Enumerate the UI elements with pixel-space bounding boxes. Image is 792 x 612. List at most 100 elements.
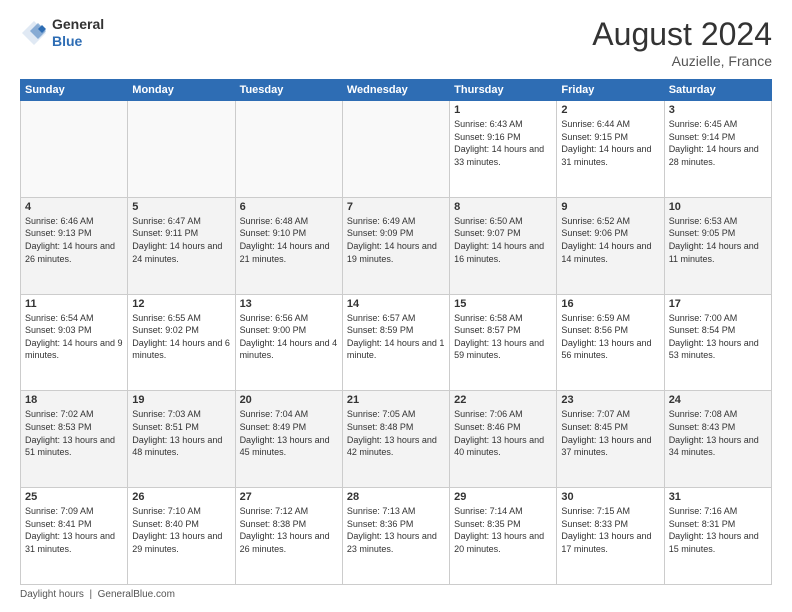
day-number-20: 20 — [240, 394, 338, 406]
day-info-21: Sunrise: 7:05 AM Sunset: 8:48 PM Dayligh… — [347, 408, 445, 458]
day-info-18: Sunrise: 7:02 AM Sunset: 8:53 PM Dayligh… — [25, 408, 123, 458]
day-cell-14: 14 Sunrise: 6:57 AM Sunset: 8:59 PM Dayli… — [342, 294, 449, 391]
day-number-11: 11 — [25, 298, 123, 310]
day-cell-3: 3 Sunrise: 6:45 AM Sunset: 9:14 PM Daylig… — [664, 101, 771, 198]
footer-source: GeneralBlue.com — [98, 589, 175, 600]
logo-blue-text: Blue — [52, 33, 82, 49]
day-info-7: Sunrise: 6:49 AM Sunset: 9:09 PM Dayligh… — [347, 215, 445, 265]
day-info-28: Sunrise: 7:13 AM Sunset: 8:36 PM Dayligh… — [347, 505, 445, 555]
empty-cell — [128, 101, 235, 198]
day-number-17: 17 — [669, 298, 767, 310]
day-number-24: 24 — [669, 394, 767, 406]
day-number-2: 2 — [561, 104, 659, 116]
day-number-4: 4 — [25, 201, 123, 213]
day-number-30: 30 — [561, 491, 659, 503]
day-cell-7: 7 Sunrise: 6:49 AM Sunset: 9:09 PM Daylig… — [342, 197, 449, 294]
day-cell-16: 16Sunrise: 6:59 AM Sunset: 8:56 PM Dayli… — [557, 294, 664, 391]
day-cell-12: 12Sunrise: 6:55 AM Sunset: 9:02 PM Dayli… — [128, 294, 235, 391]
day-number-5: 5 — [132, 201, 230, 213]
day-number-31: 31 — [669, 491, 767, 503]
day-number-9: 9 — [561, 201, 659, 213]
week-row-2: 4 Sunrise: 6:46 AM Sunset: 9:13 PM Daylig… — [21, 197, 772, 294]
logo-general-text: General — [52, 16, 104, 32]
day-cell-27: 27 Sunrise: 7:12 AM Sunset: 8:38 PM Dayli… — [235, 488, 342, 585]
day-number-28: 28 — [347, 491, 445, 503]
week-row-1: 1 Sunrise: 6:43 AM Sunset: 9:16 PM Daylig… — [21, 101, 772, 198]
day-info-14: Sunrise: 6:57 AM Sunset: 8:59 PM Dayligh… — [347, 312, 445, 362]
day-number-3: 3 — [669, 104, 767, 116]
day-cell-29: 29Sunrise: 7:14 AM Sunset: 8:35 PM Dayli… — [450, 488, 557, 585]
day-info-13: Sunrise: 6:56 AM Sunset: 9:00 PM Dayligh… — [240, 312, 338, 362]
weekday-monday: Monday — [128, 80, 235, 101]
day-number-14: 14 — [347, 298, 445, 310]
day-number-19: 19 — [132, 394, 230, 406]
day-cell-31: 31Sunrise: 7:16 AM Sunset: 8:31 PM Dayli… — [664, 488, 771, 585]
day-cell-4: 4 Sunrise: 6:46 AM Sunset: 9:13 PM Daylig… — [21, 197, 128, 294]
day-info-30: Sunrise: 7:15 AM Sunset: 8:33 PM Dayligh… — [561, 505, 659, 555]
day-cell-5: 5Sunrise: 6:47 AM Sunset: 9:11 PM Daylig… — [128, 197, 235, 294]
day-number-23: 23 — [561, 394, 659, 406]
day-number-10: 10 — [669, 201, 767, 213]
day-info-15: Sunrise: 6:58 AM Sunset: 8:57 PM Dayligh… — [454, 312, 552, 362]
footer-note: Daylight hours | GeneralBlue.com — [20, 589, 772, 600]
day-cell-11: 11Sunrise: 6:54 AM Sunset: 9:03 PM Dayli… — [21, 294, 128, 391]
month-title: August 2024 — [592, 16, 772, 53]
day-number-7: 7 — [347, 201, 445, 213]
weekday-saturday: Saturday — [664, 80, 771, 101]
day-cell-6: 6 Sunrise: 6:48 AM Sunset: 9:10 PM Daylig… — [235, 197, 342, 294]
day-info-25: Sunrise: 7:09 AM Sunset: 8:41 PM Dayligh… — [25, 505, 123, 555]
calendar-table: SundayMondayTuesdayWednesdayThursdayFrid… — [20, 79, 772, 585]
day-info-9: Sunrise: 6:52 AM Sunset: 9:06 PM Dayligh… — [561, 215, 659, 265]
empty-cell — [21, 101, 128, 198]
day-cell-18: 18 Sunrise: 7:02 AM Sunset: 8:53 PM Dayli… — [21, 391, 128, 488]
day-number-27: 27 — [240, 491, 338, 503]
empty-cell — [342, 101, 449, 198]
day-cell-23: 23Sunrise: 7:07 AM Sunset: 8:45 PM Dayli… — [557, 391, 664, 488]
day-number-6: 6 — [240, 201, 338, 213]
day-cell-25: 25 Sunrise: 7:09 AM Sunset: 8:41 PM Dayli… — [21, 488, 128, 585]
day-info-27: Sunrise: 7:12 AM Sunset: 8:38 PM Dayligh… — [240, 505, 338, 555]
day-number-21: 21 — [347, 394, 445, 406]
day-number-12: 12 — [132, 298, 230, 310]
header: General Blue August 2024 Auzielle, Franc… — [20, 16, 772, 69]
day-cell-28: 28 Sunrise: 7:13 AM Sunset: 8:36 PM Dayli… — [342, 488, 449, 585]
week-row-3: 11Sunrise: 6:54 AM Sunset: 9:03 PM Dayli… — [21, 294, 772, 391]
day-number-22: 22 — [454, 394, 552, 406]
day-cell-9: 9 Sunrise: 6:52 AM Sunset: 9:06 PM Daylig… — [557, 197, 664, 294]
page: General Blue August 2024 Auzielle, Franc… — [0, 0, 792, 612]
day-info-24: Sunrise: 7:08 AM Sunset: 8:43 PM Dayligh… — [669, 408, 767, 458]
day-cell-13: 13Sunrise: 6:56 AM Sunset: 9:00 PM Dayli… — [235, 294, 342, 391]
day-info-2: Sunrise: 6:44 AM Sunset: 9:15 PM Dayligh… — [561, 118, 659, 168]
day-info-1: Sunrise: 6:43 AM Sunset: 9:16 PM Dayligh… — [454, 118, 552, 168]
location: Auzielle, France — [592, 53, 772, 69]
day-cell-8: 8Sunrise: 6:50 AM Sunset: 9:07 PM Daylig… — [450, 197, 557, 294]
logo-text: General Blue — [52, 16, 104, 50]
day-number-1: 1 — [454, 104, 552, 116]
week-row-5: 25 Sunrise: 7:09 AM Sunset: 8:41 PM Dayli… — [21, 488, 772, 585]
weekday-tuesday: Tuesday — [235, 80, 342, 101]
day-number-16: 16 — [561, 298, 659, 310]
empty-cell — [235, 101, 342, 198]
day-number-18: 18 — [25, 394, 123, 406]
day-number-25: 25 — [25, 491, 123, 503]
day-number-26: 26 — [132, 491, 230, 503]
day-cell-1: 1 Sunrise: 6:43 AM Sunset: 9:16 PM Daylig… — [450, 101, 557, 198]
day-cell-20: 20Sunrise: 7:04 AM Sunset: 8:49 PM Dayli… — [235, 391, 342, 488]
day-info-6: Sunrise: 6:48 AM Sunset: 9:10 PM Dayligh… — [240, 215, 338, 265]
day-cell-30: 30 Sunrise: 7:15 AM Sunset: 8:33 PM Dayli… — [557, 488, 664, 585]
day-cell-24: 24 Sunrise: 7:08 AM Sunset: 8:43 PM Dayli… — [664, 391, 771, 488]
day-info-8: Sunrise: 6:50 AM Sunset: 9:07 PM Dayligh… — [454, 215, 552, 265]
day-cell-19: 19 Sunrise: 7:03 AM Sunset: 8:51 PM Dayli… — [128, 391, 235, 488]
day-info-19: Sunrise: 7:03 AM Sunset: 8:51 PM Dayligh… — [132, 408, 230, 458]
day-cell-22: 22Sunrise: 7:06 AM Sunset: 8:46 PM Dayli… — [450, 391, 557, 488]
weekday-sunday: Sunday — [21, 80, 128, 101]
weekday-wednesday: Wednesday — [342, 80, 449, 101]
day-info-4: Sunrise: 6:46 AM Sunset: 9:13 PM Dayligh… — [25, 215, 123, 265]
day-info-3: Sunrise: 6:45 AM Sunset: 9:14 PM Dayligh… — [669, 118, 767, 168]
logo: General Blue — [20, 16, 104, 50]
weekday-thursday: Thursday — [450, 80, 557, 101]
day-number-15: 15 — [454, 298, 552, 310]
title-block: August 2024 Auzielle, France — [592, 16, 772, 69]
day-cell-10: 10Sunrise: 6:53 AM Sunset: 9:05 PM Dayli… — [664, 197, 771, 294]
footer-daylight: Daylight hours — [20, 589, 84, 600]
